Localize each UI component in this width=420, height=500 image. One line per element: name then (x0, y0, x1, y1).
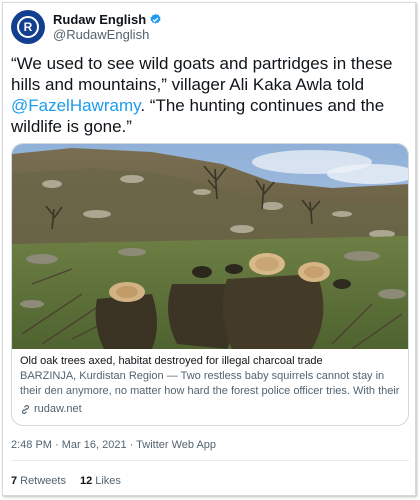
account-name[interactable]: Rudaw English (53, 12, 146, 27)
link-preview-card[interactable]: Old oak trees axed, habitat destroyed fo… (11, 143, 409, 426)
account-handle[interactable]: @RudawEnglish (53, 27, 162, 42)
retweets-stat[interactable]: 7 Retweets (11, 475, 66, 487)
avatar-letter: R (23, 20, 33, 34)
divider (11, 460, 409, 461)
card-domain-text: rudaw.net (34, 403, 82, 415)
tweet-timestamp[interactable]: 2:48 PM · Mar 16, 2021 · Twitter Web App (11, 439, 216, 451)
mention-link[interactable]: @FazelHawramy (11, 96, 140, 115)
retweets-label: Retweets (20, 475, 66, 487)
link-icon (21, 404, 30, 414)
retweets-count: 7 (11, 475, 18, 487)
tweet-stats: 7 Retweets 12 Likes (11, 475, 135, 487)
verified-badge-icon (150, 13, 161, 24)
card-image[interactable] (12, 144, 409, 349)
tweet-text: “We used to see wild goats and partridge… (11, 53, 411, 137)
card-title[interactable]: Old oak trees axed, habitat destroyed fo… (20, 353, 404, 369)
avatar[interactable]: R (11, 10, 45, 44)
tweet-header: R Rudaw English @RudawEnglish (11, 9, 162, 45)
likes-stat[interactable]: 12 Likes (80, 475, 121, 487)
tweet-text-part1: “We used to see wild goats and partridge… (11, 54, 393, 94)
account-names: Rudaw English @RudawEnglish (53, 12, 162, 42)
likes-label: Likes (95, 475, 121, 487)
likes-count: 12 (79, 475, 93, 487)
card-meta: Old oak trees axed, habitat destroyed fo… (20, 353, 404, 417)
tweet-card: R Rudaw English @RudawEnglish “We used t… (2, 2, 416, 496)
card-description: BARZINJA, Kurdistan Region — Two restles… (20, 370, 400, 397)
card-domain[interactable]: rudaw.net (20, 401, 404, 417)
